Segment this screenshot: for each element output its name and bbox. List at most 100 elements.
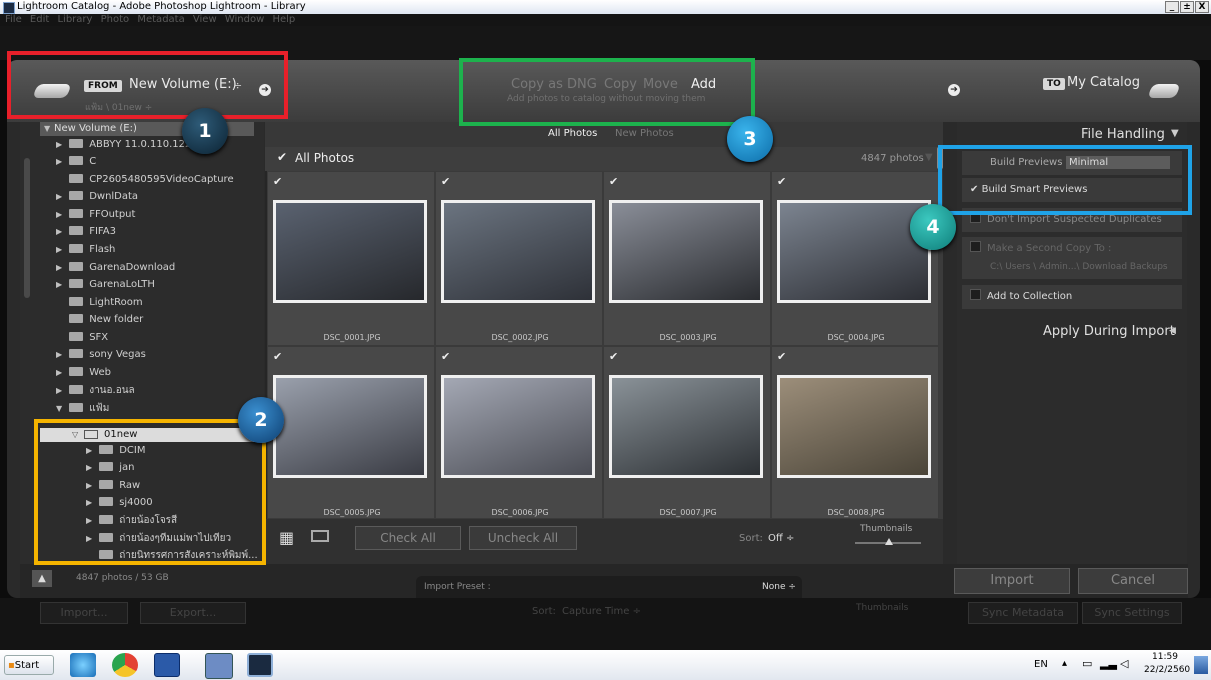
library-import-button[interactable]: Import...	[40, 602, 128, 624]
photo-checkbox-icon[interactable]: ✔	[777, 350, 786, 363]
lightroom-taskbar-icon[interactable]	[247, 653, 273, 677]
folder-row[interactable]: ▶ FFOutput	[56, 206, 135, 223]
folder-row[interactable]: ▶ GarenaLoLTH	[56, 276, 155, 293]
uncheck-all-button[interactable]: Uncheck All	[469, 526, 577, 550]
volume-icon[interactable]: ◁	[1120, 657, 1128, 670]
menu-file[interactable]: File	[5, 14, 22, 25]
photo-cell[interactable]: ✔ DSC_0001.JPG	[267, 171, 435, 346]
photo-thumbnail[interactable]	[777, 375, 931, 478]
photo-filename: DSC_0005.JPG	[323, 508, 381, 517]
signal-icon[interactable]: ▂▃	[1100, 657, 1117, 670]
folder-row[interactable]: ▶ DwnlData	[56, 188, 138, 205]
photo-thumbnail[interactable]	[273, 375, 427, 478]
photo-checkbox-icon[interactable]: ✔	[273, 175, 282, 188]
slider-thumb-icon[interactable]	[885, 538, 893, 545]
start-button[interactable]: ▪Start	[4, 655, 54, 675]
control-panel-icon[interactable]	[205, 653, 233, 679]
check-all-button[interactable]: Check All	[355, 526, 461, 550]
second-copy-row[interactable]: Make a Second Copy To : C:\ Users \ Admi…	[962, 237, 1182, 279]
photo-cell[interactable]: ✔ DSC_0002.JPG	[435, 171, 603, 346]
collapse-triangle-icon[interactable]: ▼	[1171, 128, 1179, 139]
folder-row[interactable]: ▶ C	[56, 153, 96, 170]
file-handling-title[interactable]: File Handling	[1081, 127, 1165, 142]
window-title: Lightroom Catalog - Adobe Photoshop Ligh…	[17, 1, 306, 12]
menu-help[interactable]: Help	[272, 14, 295, 25]
clock-time[interactable]: 11:59	[1152, 652, 1178, 662]
menu-window[interactable]: Window	[225, 14, 264, 25]
chrome-icon[interactable]	[112, 653, 138, 677]
menu-library[interactable]: Library	[57, 14, 92, 25]
source-scrollbar[interactable]	[24, 158, 30, 298]
cancel-button[interactable]: Cancel	[1078, 568, 1188, 594]
folder-row[interactable]: New folder	[56, 311, 143, 328]
folder-row[interactable]: ▶ Flash	[56, 241, 115, 258]
folder-row[interactable]: LightRoom	[56, 294, 143, 311]
folder-row[interactable]: ▼ แฟ้ม	[56, 400, 109, 417]
checkbox-icon[interactable]	[970, 241, 981, 252]
folder-row[interactable]: ▶ sony Vegas	[56, 346, 146, 363]
import-button[interactable]: Import	[954, 568, 1070, 594]
clock-date[interactable]: 22/2/2560	[1144, 665, 1190, 675]
folder-icon	[69, 139, 84, 148]
add-to-collection-row[interactable]: Add to Collection	[962, 285, 1182, 309]
photo-cell[interactable]: ✔ DSC_0008.JPG	[771, 346, 939, 519]
sort-dropdown[interactable]: Off ÷	[768, 533, 794, 544]
checkbox-icon[interactable]	[970, 289, 981, 300]
photo-cell[interactable]: ✔ DSC_0004.JPG	[771, 171, 939, 346]
photo-thumbnail[interactable]	[273, 200, 427, 303]
word-icon[interactable]	[154, 653, 180, 677]
photo-thumbnail[interactable]	[777, 200, 931, 303]
expand-triangle-icon[interactable]: ◀	[1169, 326, 1176, 336]
sync-metadata-button[interactable]: Sync Metadata	[968, 602, 1078, 624]
tray-expand-icon[interactable]: ▴	[1062, 658, 1067, 669]
photo-cell[interactable]: ✔ DSC_0007.JPG	[603, 346, 771, 519]
photo-checkbox-icon[interactable]: ✔	[777, 175, 786, 188]
library-export-button[interactable]: Export...	[140, 602, 246, 624]
photo-thumbnail[interactable]	[609, 200, 763, 303]
grid-menu-icon[interactable]: ▼	[925, 152, 933, 163]
photo-cell[interactable]: ✔ DSC_0003.JPG	[603, 171, 771, 346]
menu-metadata[interactable]: Metadata	[137, 14, 184, 25]
photo-thumbnail[interactable]	[441, 200, 595, 303]
folder-row[interactable]: CP2605480595VideoCapture	[56, 171, 234, 188]
photo-cell[interactable]: ✔ DSC_0006.JPG	[435, 346, 603, 519]
folder-row[interactable]: SFX	[56, 329, 108, 346]
photo-checkbox-icon[interactable]: ✔	[273, 350, 282, 363]
import-preset-select[interactable]: None ÷	[762, 582, 796, 592]
expand-up-icon[interactable]: ▲	[32, 570, 52, 587]
menu-edit[interactable]: Edit	[30, 14, 49, 25]
network-icon[interactable]: ▭	[1082, 657, 1092, 670]
menu-photo[interactable]: Photo	[101, 14, 130, 25]
photo-thumbnail[interactable]	[441, 375, 595, 478]
menu-view[interactable]: View	[193, 14, 217, 25]
photo-thumbnail[interactable]	[609, 375, 763, 478]
photo-checkbox-icon[interactable]: ✔	[441, 350, 450, 363]
apply-during-import-title[interactable]: Apply During Import	[1043, 324, 1175, 339]
folder-row[interactable]: ▶ FIFA3	[56, 223, 116, 240]
show-desktop-button[interactable]	[1194, 656, 1208, 674]
import-preset-bar[interactable]: Import Preset : None ÷	[416, 576, 802, 598]
destination-catalog[interactable]: My Catalog	[1067, 75, 1140, 90]
restore-button[interactable]: ±	[1180, 1, 1194, 13]
sync-settings-button[interactable]: Sync Settings	[1082, 602, 1182, 624]
destination-arrow-icon[interactable]: ➔	[948, 84, 960, 96]
language-indicator[interactable]: EN	[1034, 659, 1048, 670]
loupe-view-icon[interactable]	[311, 530, 329, 542]
folder-row[interactable]: ▶ ABBYY 11.0.110.122 C	[56, 136, 202, 153]
minimize-button[interactable]: _	[1165, 1, 1179, 13]
second-copy-path[interactable]: C:\ Users \ Admin...\ Download Backups	[990, 255, 1168, 279]
folder-row[interactable]: ▶ Web	[56, 364, 111, 381]
internet-explorer-icon[interactable]	[70, 653, 96, 677]
library-sort-value[interactable]: Capture Time ÷	[562, 606, 641, 617]
select-all-checkbox-icon[interactable]: ✔	[277, 150, 287, 164]
tab-new-photos[interactable]: New Photos	[615, 128, 674, 139]
photo-checkbox-icon[interactable]: ✔	[609, 175, 618, 188]
tab-all-photos[interactable]: All Photos	[548, 128, 597, 139]
folder-row[interactable]: ▶ งานอ.อนล	[56, 382, 135, 399]
grid-view-icon[interactable]: ▦	[279, 528, 294, 547]
photo-checkbox-icon[interactable]: ✔	[609, 350, 618, 363]
photo-cell[interactable]: ✔ DSC_0005.JPG	[267, 346, 435, 519]
folder-row[interactable]: ▶ GarenaDownload	[56, 259, 175, 276]
close-button[interactable]: X	[1195, 1, 1209, 13]
photo-checkbox-icon[interactable]: ✔	[441, 175, 450, 188]
